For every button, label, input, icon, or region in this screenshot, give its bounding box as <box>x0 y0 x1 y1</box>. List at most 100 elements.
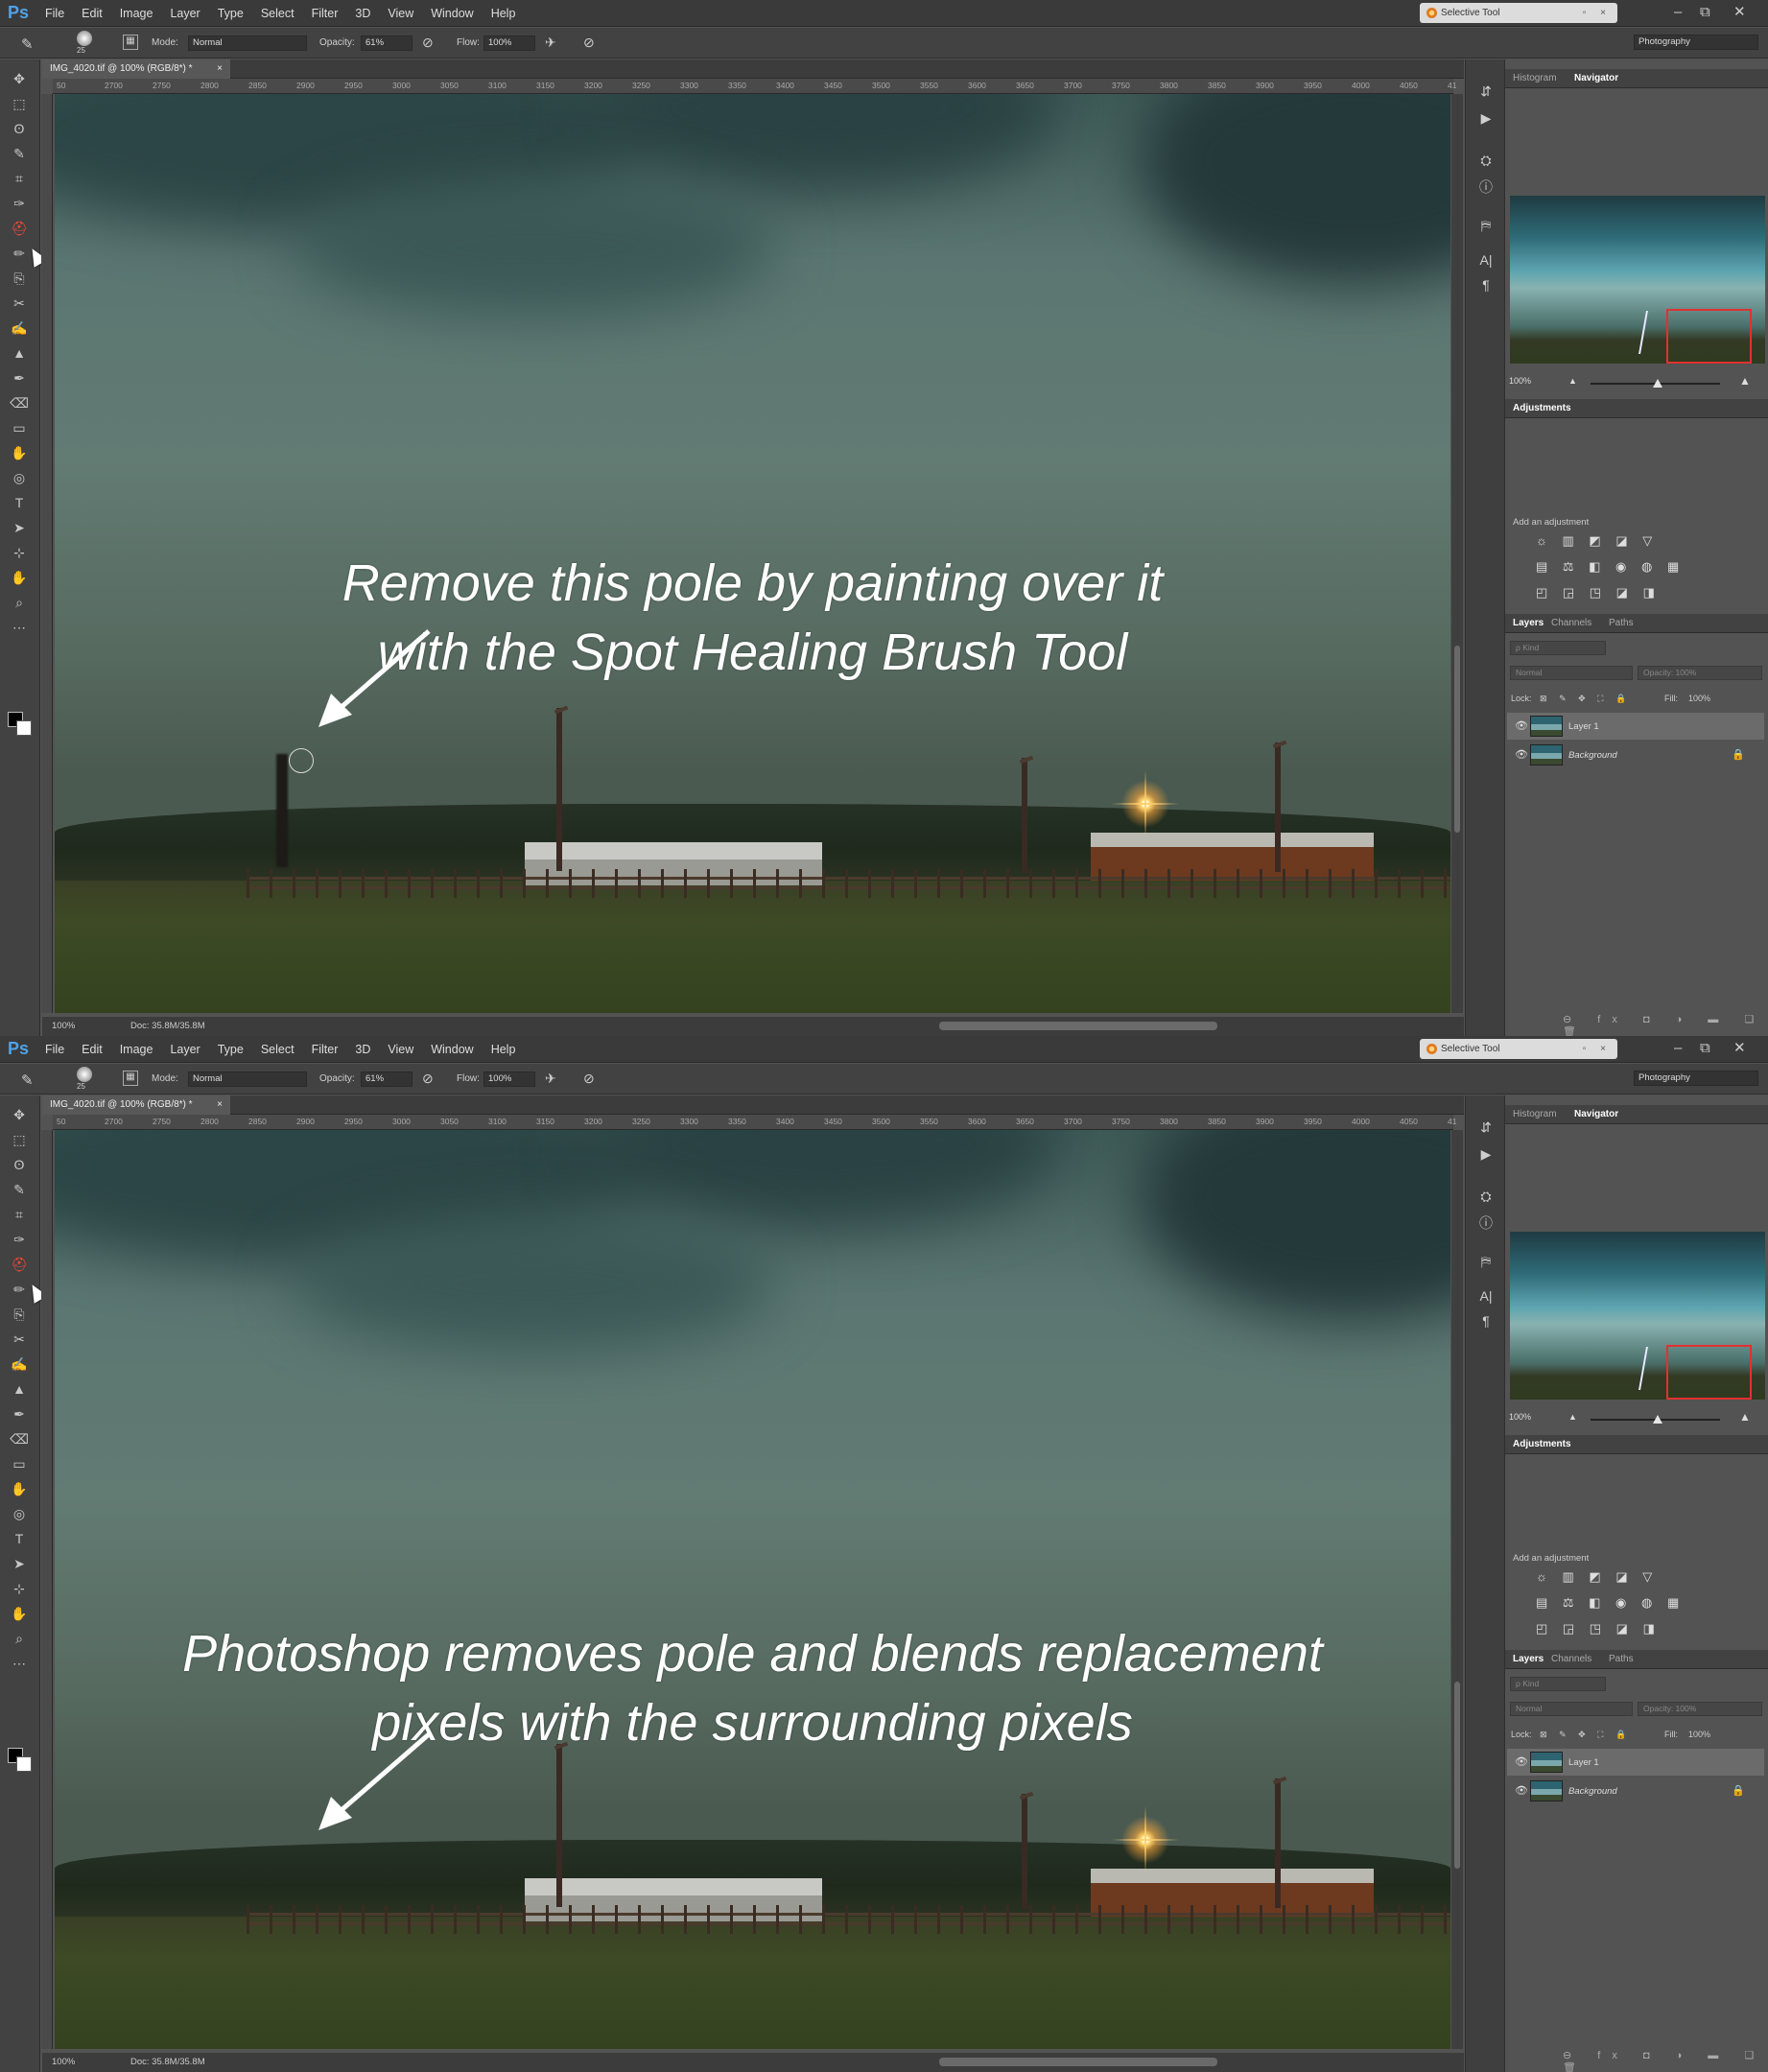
minimize-button[interactable]: – <box>1674 1036 1682 1063</box>
selective-tool-buttons[interactable]: ▫ × <box>1583 1039 1612 1059</box>
visibility-eye-icon[interactable]: 👁 <box>1515 1784 1528 1797</box>
navigator-view-box[interactable] <box>1666 1345 1752 1400</box>
layer-row-layer-1[interactable]: 👁 Layer 1 <box>1507 1749 1764 1776</box>
visibility-eye-icon[interactable]: 👁 <box>1515 748 1528 761</box>
tool-icon[interactable]: ⊹ <box>8 543 31 562</box>
adjustment-icons-row-3[interactable]: ◰ ◲ ◳ ◪ ◨ <box>1536 1621 1689 1636</box>
horizontal-scrollbar[interactable] <box>939 2058 1217 2066</box>
tab-channels[interactable]: Channels <box>1551 618 1591 628</box>
vertical-scrollbar[interactable] <box>1451 1130 1463 2049</box>
menu-item[interactable]: Help <box>483 1036 525 1063</box>
brush-preset-icon[interactable] <box>77 31 92 46</box>
tool-icon[interactable]: ⬚ <box>8 1130 31 1149</box>
layer-kind-filter[interactable]: ρ Kind <box>1510 1677 1606 1691</box>
pressure-opacity-icon[interactable]: ⊘ <box>422 1071 434 1087</box>
dock-panel-icon[interactable]: ⛭ <box>1475 1186 1497 1207</box>
visibility-eye-icon[interactable]: 👁 <box>1515 1755 1528 1768</box>
dock-panel-icon[interactable]: ⇵ <box>1475 81 1497 102</box>
dock-panel-icon[interactable]: ▶ <box>1475 107 1497 129</box>
tab-paths[interactable]: Paths <box>1609 1654 1634 1664</box>
zoom-slider-knob[interactable] <box>1653 379 1662 388</box>
tool-icon[interactable]: ▭ <box>8 1454 31 1473</box>
tool-icon[interactable]: ʘ <box>8 1155 31 1174</box>
brush-tool-icon[interactable]: ✎ <box>21 35 34 53</box>
document-tab[interactable]: IMG_4020.tif @ 100% (RGB/8*) * × <box>42 1095 230 1115</box>
tool-icon[interactable]: ✋ <box>8 568 31 587</box>
workspace-select[interactable]: Photography <box>1634 1071 1758 1086</box>
opacity-field[interactable]: 61% <box>361 35 413 51</box>
tab-histogram[interactable]: Histogram <box>1513 1109 1557 1119</box>
tool-icon[interactable]: ▲ <box>8 1379 31 1399</box>
visibility-eye-icon[interactable]: 👁 <box>1515 719 1528 732</box>
tool-icon[interactable]: ⋯ <box>8 1654 31 1673</box>
brush-preset-icon[interactable] <box>77 1067 92 1082</box>
close-button[interactable]: ✕ <box>1733 1036 1746 1063</box>
tool-icon[interactable]: ⌫ <box>8 393 31 412</box>
selective-tool-widget[interactable]: Selective Tool ▫ × <box>1420 3 1617 23</box>
dock-panel-icon[interactable]: ⓘ <box>1475 177 1497 198</box>
tool-icon[interactable]: ⬚ <box>8 94 31 113</box>
menu-item[interactable]: Type <box>209 1036 252 1063</box>
tool-icon[interactable]: ✎ <box>8 1180 31 1199</box>
tool-icon[interactable]: ✎ <box>8 144 31 163</box>
menu-item[interactable]: Window <box>422 1036 482 1063</box>
fill-value[interactable]: 100% <box>1688 1730 1710 1739</box>
selective-tool-widget[interactable]: Selective Tool ▫ × <box>1420 1039 1617 1059</box>
tool-icon[interactable]: ✍ <box>8 1354 31 1374</box>
menu-item[interactable]: Select <box>252 1036 303 1063</box>
tool-icon[interactable]: ⌕ <box>8 1629 31 1648</box>
tool-icon[interactable]: ⋯ <box>8 618 31 637</box>
mode-select[interactable]: Normal <box>188 1071 307 1087</box>
layers-footer-icons[interactable]: ⊖ fx ◘ ◑ ▬ ❏ 🗑 <box>1563 1013 1768 1036</box>
blend-mode-select[interactable]: Normal <box>1510 1702 1633 1716</box>
background-color-swatch[interactable] <box>16 720 32 736</box>
dock-panel-icon[interactable]: A| <box>1475 1285 1497 1307</box>
tool-icon[interactable]: ✂ <box>8 294 31 313</box>
zoom-slider-knob[interactable] <box>1653 1415 1662 1424</box>
tool-icon[interactable]: ⌗ <box>8 1205 31 1224</box>
tool-icon[interactable]: T <box>8 1529 31 1548</box>
brush-panel-icon[interactable]: ▦ <box>123 35 138 50</box>
zoom-out-icon[interactable]: ▲ <box>1568 1412 1577 1422</box>
menu-item[interactable]: Window <box>422 0 482 27</box>
spot-healing-brush-tool-icon[interactable]: ⛑ <box>8 219 31 238</box>
zoom-in-icon[interactable]: ▲ <box>1739 374 1751 388</box>
tool-icon[interactable]: ✋ <box>8 1604 31 1623</box>
pressure-size-icon[interactable]: ⊘ <box>583 1071 595 1087</box>
menu-item[interactable]: Layer <box>161 0 208 27</box>
airbrush-icon[interactable]: ✈ <box>545 1071 556 1087</box>
opacity-field[interactable]: 61% <box>361 1071 413 1087</box>
dock-panel-icon[interactable]: ⓘ <box>1475 1213 1497 1234</box>
menu-item[interactable]: File <box>36 0 73 27</box>
tool-icon[interactable]: ⎘ <box>8 269 31 288</box>
flow-field[interactable]: 100% <box>483 1071 535 1087</box>
tool-icon[interactable]: ✥ <box>8 69 31 88</box>
adjustment-icons-row-2[interactable]: ▤ ⚖ ◧ ◉ ◍ ▦ <box>1536 1595 1689 1611</box>
dock-panel-icon[interactable]: ¶ <box>1475 274 1497 295</box>
tool-icon[interactable]: ◎ <box>8 468 31 487</box>
image-canvas[interactable]: Photoshop removes pole and blends replac… <box>55 1130 1450 2049</box>
menu-item[interactable]: Edit <box>73 0 111 27</box>
tab-navigator[interactable]: Navigator <box>1574 73 1618 83</box>
navigator-thumbnail[interactable] <box>1510 196 1765 364</box>
navigator-view-box[interactable] <box>1666 309 1752 364</box>
layer-kind-filter[interactable]: ρ Kind <box>1510 641 1606 655</box>
document-tab[interactable]: IMG_4020.tif @ 100% (RGB/8*) * × <box>42 59 230 79</box>
tool-icon[interactable]: ⌗ <box>8 169 31 188</box>
dock-panel-icon[interactable]: A| <box>1475 249 1497 271</box>
layer-row-background[interactable]: 👁 Background 🔒 <box>1507 1778 1764 1804</box>
tool-icon[interactable]: ⌫ <box>8 1429 31 1448</box>
tool-icon[interactable]: ▲ <box>8 343 31 363</box>
image-canvas[interactable]: Remove this pole by painting over it wit… <box>55 94 1450 1013</box>
menu-item[interactable]: Image <box>111 1036 162 1063</box>
tool-icon[interactable]: ✒ <box>8 368 31 388</box>
tool-icon[interactable]: ⌕ <box>8 593 31 612</box>
blend-mode-select[interactable]: Normal <box>1510 666 1633 680</box>
horizontal-scrollbar[interactable] <box>939 1022 1217 1030</box>
navigator-zoom-value[interactable]: 100% <box>1509 1412 1531 1422</box>
close-button[interactable]: ✕ <box>1733 0 1746 27</box>
layer-opacity-field[interactable]: Opacity: 100% <box>1638 1702 1762 1716</box>
tool-icon[interactable]: ⊹ <box>8 1579 31 1598</box>
tool-icon[interactable]: ✂ <box>8 1330 31 1349</box>
tab-navigator[interactable]: Navigator <box>1574 1109 1618 1119</box>
